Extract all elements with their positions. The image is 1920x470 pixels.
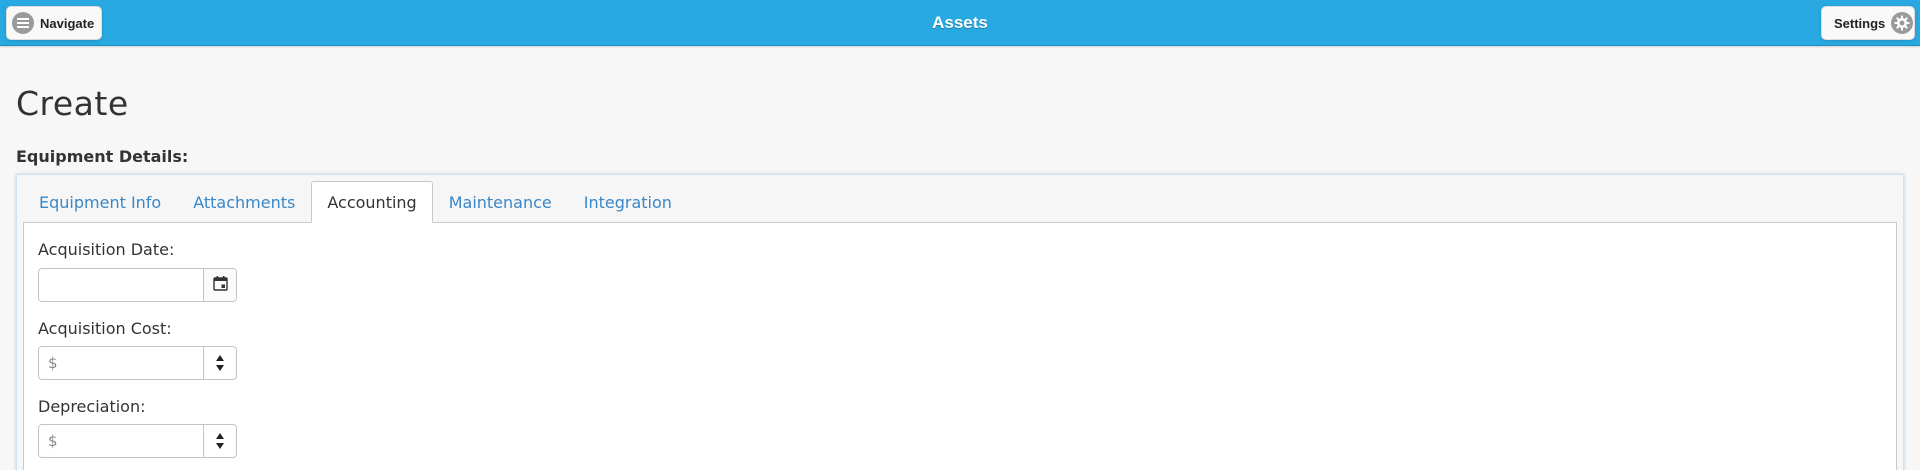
tab-integration[interactable]: Integration (568, 181, 688, 223)
acquisition-cost-label: Acquisition Cost: (38, 319, 172, 338)
tab-bar: Equipment Info Attachments Accounting Ma… (23, 181, 688, 223)
acquisition-date-label: Acquisition Date: (38, 240, 175, 259)
depreciation-field-group (38, 424, 237, 458)
acquisition-date-input[interactable] (39, 269, 203, 301)
depreciation-input[interactable] (39, 425, 203, 457)
depreciation-label: Depreciation: (38, 397, 146, 416)
equipment-details-panel: Equipment Info Attachments Accounting Ma… (16, 174, 1904, 470)
arrow-down-icon[interactable] (216, 365, 224, 371)
acquisition-cost-input[interactable] (39, 347, 203, 379)
settings-button-label: Settings (1834, 15, 1886, 31)
section-label: Equipment Details: (16, 147, 189, 166)
app-title: Assets (932, 13, 988, 32)
settings-button[interactable]: Settings (1821, 6, 1915, 40)
tab-equipment-info[interactable]: Equipment Info (23, 181, 177, 223)
arrow-up-icon[interactable] (216, 433, 224, 439)
navigate-button[interactable]: Navigate (6, 6, 102, 40)
tab-attachments[interactable]: Attachments (177, 181, 311, 223)
arrow-down-icon[interactable] (216, 443, 224, 449)
acquisition-cost-spinner (203, 347, 236, 379)
accounting-tab-content: Acquisition Date: Acquisition Cost: $ De… (23, 222, 1897, 470)
tab-maintenance[interactable]: Maintenance (433, 181, 568, 223)
top-header-bar: Assets Navigate Settings (0, 0, 1920, 46)
date-picker-button[interactable] (203, 269, 236, 301)
gear-icon (1891, 12, 1914, 34)
navigate-button-label: Navigate (40, 15, 95, 31)
acquisition-cost-field-group (38, 346, 237, 380)
menu-icon (12, 12, 34, 34)
tab-accounting[interactable]: Accounting (311, 181, 433, 223)
page-title: Create (16, 84, 129, 123)
acquisition-date-field-group (38, 268, 237, 302)
arrow-up-icon[interactable] (216, 355, 224, 361)
depreciation-spinner (203, 425, 236, 457)
calendar-icon (212, 275, 228, 295)
